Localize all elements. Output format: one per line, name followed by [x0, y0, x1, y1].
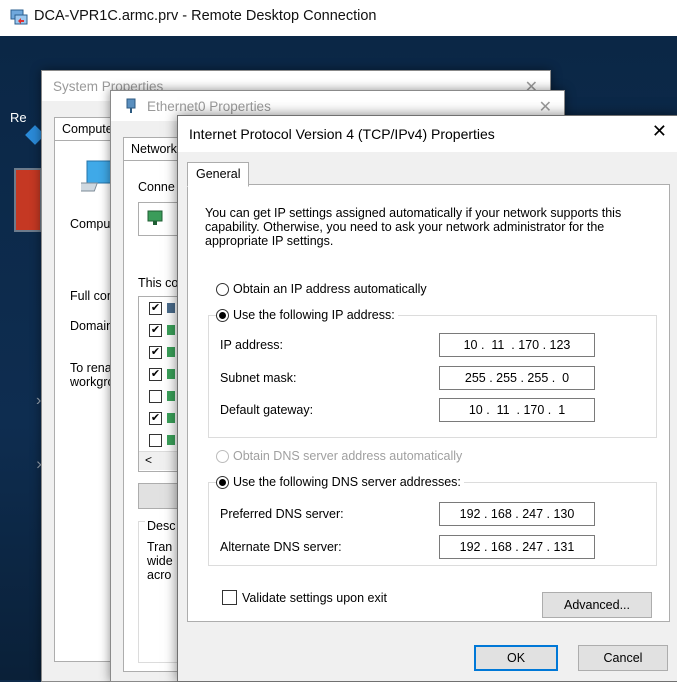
- radio-on-icon: [216, 308, 229, 322]
- component-icon: [167, 369, 175, 379]
- component-icon: [167, 347, 175, 357]
- subnet-mask-label: Subnet mask:: [220, 371, 297, 385]
- general-panel: You can get IP settings assigned automat…: [187, 184, 670, 622]
- description-line2: wide: [147, 554, 173, 568]
- connect-using-label: Conne: [138, 180, 175, 194]
- use-static-dns-radio[interactable]: Use the following DNS server addresses:: [216, 475, 464, 489]
- components-label: This co: [138, 276, 179, 290]
- default-gateway-label: Default gateway:: [220, 403, 314, 417]
- use-static-ip-label: Use the following IP address:: [233, 308, 395, 322]
- obtain-ip-auto-radio[interactable]: Obtain an IP address automatically: [216, 282, 427, 296]
- description-label: Desc: [145, 519, 178, 533]
- adapter-icon: [147, 210, 163, 225]
- component-icon: [167, 391, 175, 401]
- description-line3: acro: [147, 568, 172, 582]
- ipv4-dialog-title: Internet Protocol Version 4 (TCP/IPv4) P…: [189, 126, 495, 142]
- rename-hint-line1: To rena: [70, 361, 112, 375]
- checkbox-unchecked-icon[interactable]: [149, 390, 162, 403]
- validate-settings-label: Validate settings upon exit: [242, 590, 388, 605]
- domain-label: Domain: [70, 319, 114, 333]
- alternate-dns-label: Alternate DNS server:: [220, 540, 342, 554]
- rdp-title: DCA-VPR1C.armc.prv - Remote Desktop Conn…: [34, 8, 377, 24]
- ip-address-label: IP address:: [220, 338, 284, 352]
- remote-desktop-icon: [10, 9, 28, 25]
- tab-general[interactable]: General: [187, 162, 250, 187]
- obtain-dns-auto-label: Obtain DNS server address automatically: [233, 449, 463, 463]
- component-icon: [167, 303, 175, 313]
- desktop-icon-label: Re: [10, 110, 27, 125]
- subnet-mask-field[interactable]: 255 . 255 . 255 . 0: [439, 366, 595, 390]
- ip-settings-description: You can get IP settings assigned automat…: [205, 206, 622, 248]
- description-line1: Tran: [147, 540, 173, 554]
- close-icon[interactable]: ✕: [539, 97, 552, 117]
- radio-off-icon: [216, 449, 229, 463]
- component-icon: [167, 435, 175, 445]
- checkbox-checked-icon[interactable]: ✔: [149, 302, 162, 315]
- checkbox-checked-icon[interactable]: ✔: [149, 346, 162, 359]
- component-icon: [167, 413, 175, 423]
- scroll-left-icon[interactable]: <: [145, 453, 152, 467]
- ip-address-field[interactable]: 10 . 11 . 170 . 123: [439, 333, 595, 357]
- checkbox-checked-icon[interactable]: ✔: [149, 324, 162, 337]
- close-icon[interactable]: ✕: [652, 121, 667, 142]
- checkbox-unchecked-icon: [222, 590, 237, 605]
- ipv4-title-bar[interactable]: Internet Protocol Version 4 (TCP/IPv4) P…: [178, 116, 677, 152]
- network-adapter-icon: [126, 98, 136, 113]
- computer-description-label: Comput: [70, 217, 114, 231]
- default-gateway-field[interactable]: 10 . 11 . 170 . 1: [439, 398, 595, 422]
- component-icon: [167, 325, 175, 335]
- obtain-dns-auto-radio[interactable]: Obtain DNS server address automatically: [216, 449, 462, 463]
- checkbox-checked-icon[interactable]: ✔: [149, 412, 162, 425]
- radio-off-icon: [216, 282, 229, 296]
- cancel-button[interactable]: Cancel: [578, 645, 668, 671]
- obtain-ip-auto-label: Obtain an IP address automatically: [233, 282, 427, 296]
- desktop-app-icon[interactable]: [14, 168, 42, 232]
- rdp-title-bar[interactable]: DCA-VPR1C.armc.prv - Remote Desktop Conn…: [0, 0, 677, 36]
- advanced-button[interactable]: Advanced...: [542, 592, 652, 618]
- ethernet-properties-title: Ethernet0 Properties: [147, 99, 271, 114]
- radio-on-icon: [216, 475, 229, 489]
- preferred-dns-field[interactable]: 192 . 168 . 247 . 130: [439, 502, 595, 526]
- use-static-dns-label: Use the following DNS server addresses:: [233, 475, 461, 489]
- validate-settings-checkbox[interactable]: Validate settings upon exit: [222, 590, 387, 605]
- use-static-ip-radio[interactable]: Use the following IP address:: [216, 308, 398, 322]
- ok-button[interactable]: OK: [474, 645, 558, 671]
- checkbox-checked-icon[interactable]: ✔: [149, 368, 162, 381]
- checkbox-unchecked-icon[interactable]: [149, 434, 162, 447]
- preferred-dns-label: Preferred DNS server:: [220, 507, 344, 521]
- tab-networking[interactable]: Network: [123, 137, 185, 160]
- rename-hint-line2: workgro: [70, 375, 115, 389]
- alternate-dns-field[interactable]: 192 . 168 . 247 . 131: [439, 535, 595, 559]
- ipv4-properties-dialog: Internet Protocol Version 4 (TCP/IPv4) P…: [177, 115, 677, 682]
